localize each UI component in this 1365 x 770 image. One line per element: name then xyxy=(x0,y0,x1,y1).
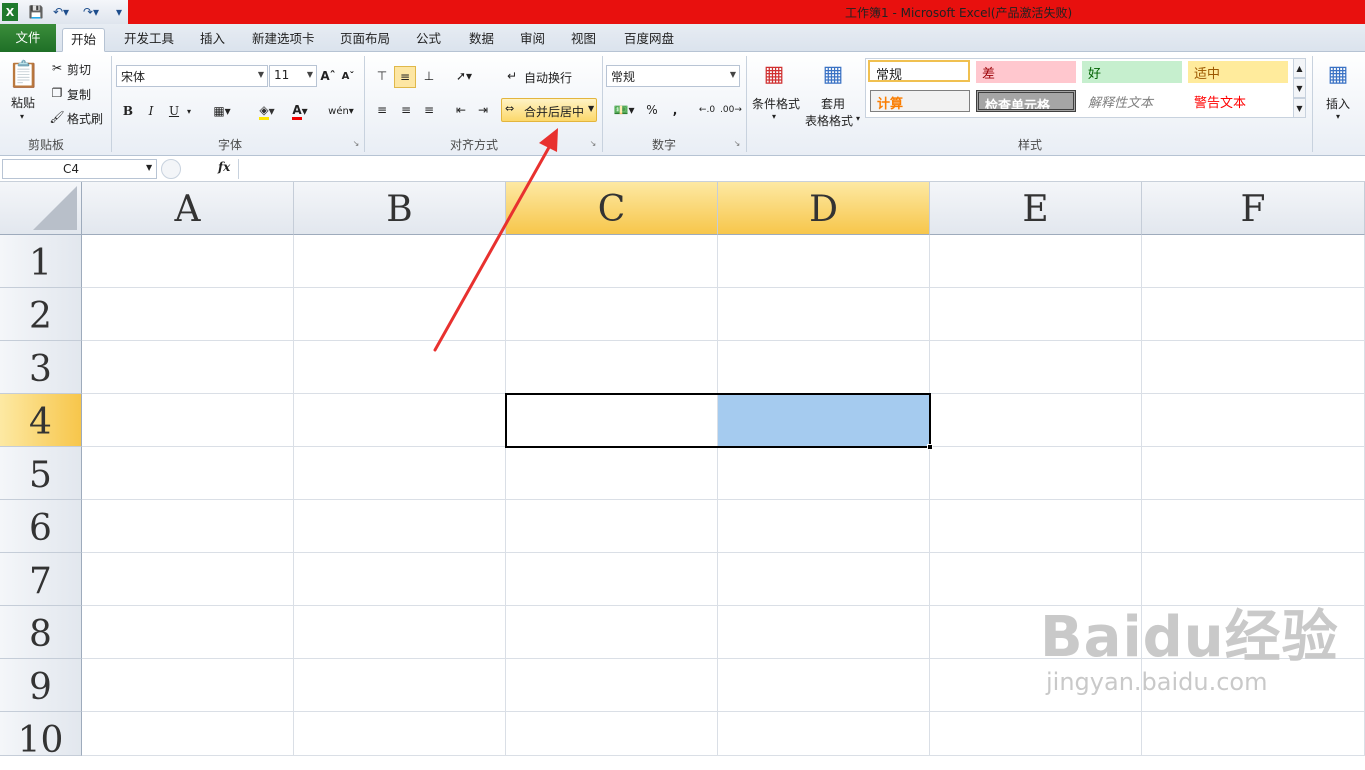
arrow-shaft xyxy=(433,140,554,352)
annotation-arrow xyxy=(433,128,558,352)
